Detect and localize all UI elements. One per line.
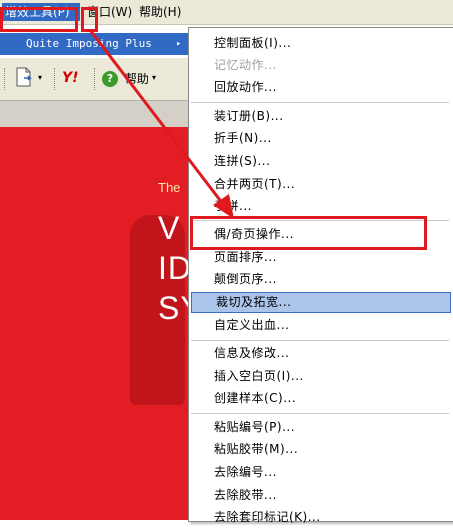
annotation-arrow-icon — [88, 29, 234, 219]
